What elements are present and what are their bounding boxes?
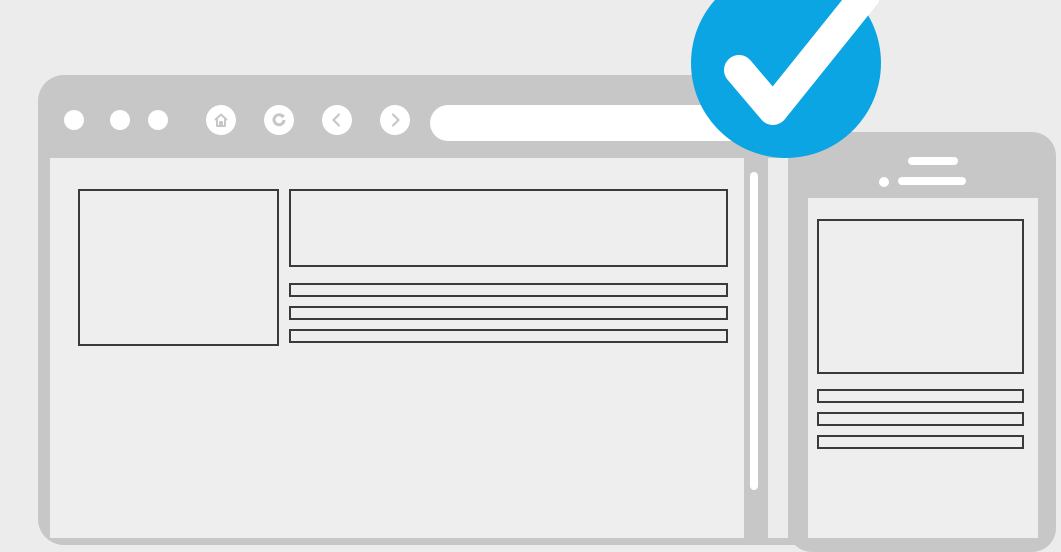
gap bbox=[768, 158, 788, 538]
phone-speaker bbox=[908, 157, 958, 165]
phone-speaker-bar bbox=[898, 177, 966, 185]
mobile-text-line-placeholder bbox=[817, 412, 1024, 426]
mobile-image-placeholder bbox=[817, 219, 1024, 374]
window-dot-3[interactable] bbox=[148, 110, 168, 130]
back-icon bbox=[332, 113, 341, 127]
mobile-text-line-placeholder bbox=[817, 435, 1024, 449]
browser-scrollbar-thumb[interactable] bbox=[750, 172, 758, 490]
text-line-placeholder bbox=[289, 329, 728, 343]
phone-camera-icon bbox=[879, 177, 889, 187]
text-line-placeholder bbox=[289, 283, 728, 297]
refresh-button[interactable] bbox=[264, 105, 294, 135]
text-line-placeholder bbox=[289, 306, 728, 320]
window-dot-2[interactable] bbox=[110, 110, 130, 130]
home-icon bbox=[214, 113, 228, 127]
image-placeholder bbox=[78, 189, 279, 346]
refresh-icon bbox=[272, 113, 286, 127]
mobile-text-line-placeholder bbox=[817, 389, 1024, 403]
checkmark-icon bbox=[724, 0, 881, 125]
window-dot-1[interactable] bbox=[64, 110, 84, 130]
forward-icon bbox=[391, 113, 400, 127]
forward-button[interactable] bbox=[380, 105, 410, 135]
home-button[interactable] bbox=[206, 105, 236, 135]
back-button[interactable] bbox=[322, 105, 352, 135]
check-badge bbox=[693, 0, 881, 156]
header-placeholder bbox=[289, 189, 728, 267]
